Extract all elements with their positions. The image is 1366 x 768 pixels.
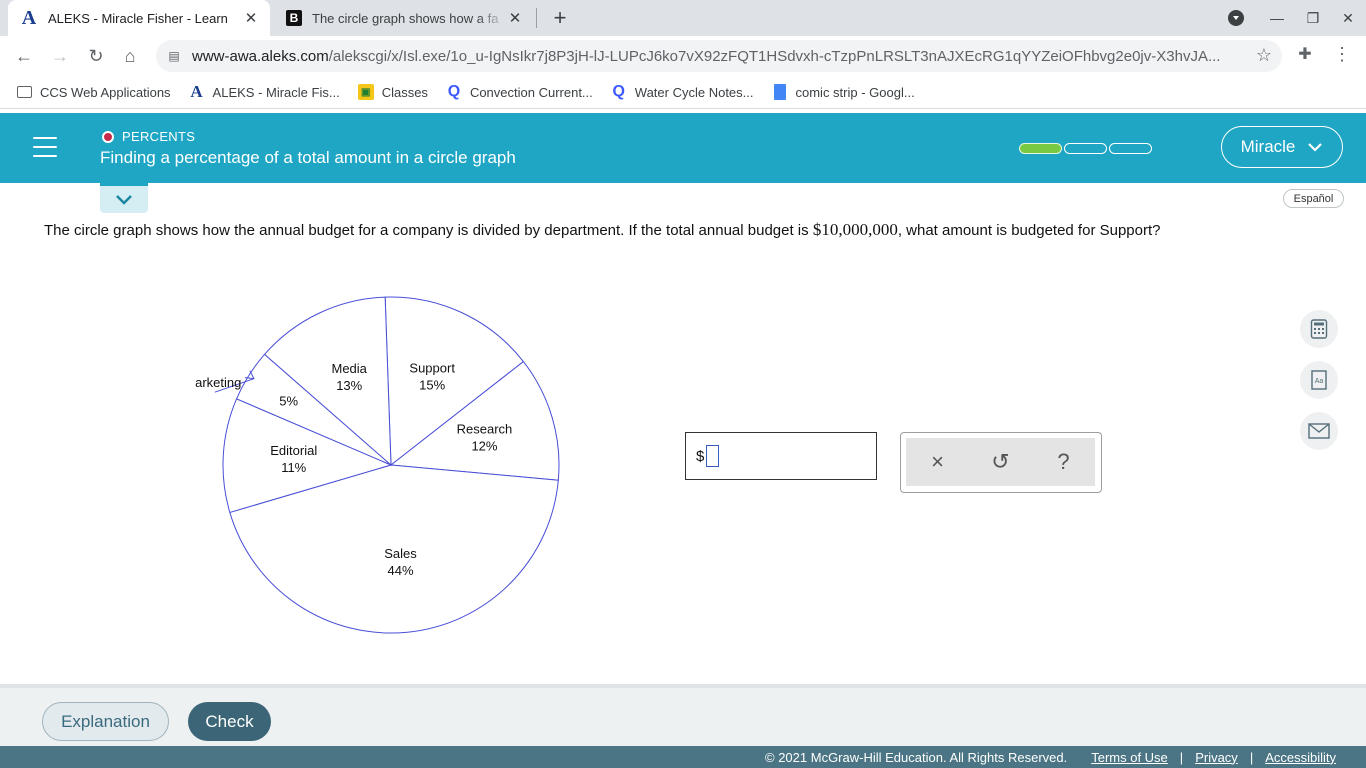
bookmark-aleks[interactable]: A ALEKS - Miracle Fis... xyxy=(189,82,339,101)
pie-percent-label: 44% xyxy=(387,563,413,578)
terms-link[interactable]: Terms of Use xyxy=(1091,750,1168,765)
pie-category-label: Editorial xyxy=(270,443,317,458)
dictionary-icon[interactable]: Aa xyxy=(1300,361,1338,399)
bookmark-convection[interactable]: Q Convection Current... xyxy=(446,83,593,100)
minimize-icon[interactable]: — xyxy=(1265,6,1289,30)
progress-segment xyxy=(1019,143,1062,154)
bookmark-water-cycle[interactable]: Q Water Cycle Notes... xyxy=(611,83,754,100)
new-tab-button[interactable]: + xyxy=(548,5,572,30)
docs-icon xyxy=(772,84,788,100)
close-icon[interactable]: ✕ xyxy=(242,9,260,27)
topic-status-dot xyxy=(102,130,114,143)
pie-percent-label: 12% xyxy=(471,438,497,453)
profile-icon[interactable] xyxy=(1224,6,1248,30)
footer-bar: Explanation Check xyxy=(0,684,1366,746)
answer-field[interactable] xyxy=(706,445,720,467)
tab-separator xyxy=(536,8,537,28)
tab-question[interactable]: B The circle graph shows how a fa ✕ xyxy=(274,0,534,36)
question-text: The circle graph shows how the annual bu… xyxy=(44,220,1161,239)
topic-label: PERCENTS xyxy=(102,129,195,144)
check-button[interactable]: Check xyxy=(188,702,271,741)
footer-separator: | xyxy=(1249,749,1254,765)
pie-category-label: Sales xyxy=(384,546,417,561)
reload-icon[interactable]: ↻ xyxy=(84,44,108,68)
aleks-icon: A xyxy=(21,6,37,29)
user-menu-button[interactable]: Miracle xyxy=(1221,126,1343,168)
forward-icon[interactable]: → xyxy=(48,44,72,68)
chevron-down-icon xyxy=(116,195,132,205)
copyright-bar: © 2021 McGraw-Hill Education. All Rights… xyxy=(0,746,1366,768)
answer-tools: × ↺ ? xyxy=(900,432,1102,493)
tab-title: ALEKS - Miracle Fisher - Learn xyxy=(48,10,228,26)
pie-category-label: Media xyxy=(331,361,367,376)
url-text: www-awa.aleks.com/alekscgi/x/Isl.exe/1o_… xyxy=(192,47,1221,65)
folder-icon xyxy=(16,84,32,100)
address-bar[interactable]: ▤ www-awa.aleks.com/alekscgi/x/Isl.exe/1… xyxy=(156,40,1282,72)
pie-category-label: Marketing xyxy=(195,375,241,390)
classes-icon: ▣ xyxy=(357,84,374,100)
b-icon: B xyxy=(286,10,302,26)
pie-percent-label: 13% xyxy=(336,378,362,393)
pie-percent-label: 5% xyxy=(279,394,298,409)
footer-separator: | xyxy=(1179,749,1184,765)
site-info-icon[interactable]: ▤ xyxy=(166,48,182,64)
aleks-header: PERCENTS Finding a percentage of a total… xyxy=(0,113,1366,183)
explanation-button[interactable]: Explanation xyxy=(42,702,169,741)
chevron-down-icon xyxy=(1307,139,1323,155)
progress-bar xyxy=(1019,143,1154,154)
menu-icon[interactable]: ⋮ xyxy=(1332,44,1352,64)
tab-aleks[interactable]: A ALEKS - Miracle Fisher - Learn ✕ xyxy=(8,0,270,36)
browser-tabstrip: A ALEKS - Miracle Fisher - Learn ✕ B The… xyxy=(0,0,1366,36)
bookmarks-bar: CCS Web Applications A ALEKS - Miracle F… xyxy=(0,76,1366,109)
calculator-icon[interactable] xyxy=(1300,310,1338,348)
copyright-text: © 2021 McGraw-Hill Education. All Rights… xyxy=(765,749,1068,765)
bookmark-classes[interactable]: ▣ Classes xyxy=(357,84,428,100)
progress-segment xyxy=(1064,143,1107,154)
hamburger-menu-icon[interactable] xyxy=(33,137,57,157)
currency-prefix: $ xyxy=(696,447,705,465)
pie-category-label: Support xyxy=(409,361,455,376)
aleks-icon: A xyxy=(190,82,203,101)
answer-input[interactable]: $ xyxy=(685,432,877,480)
mail-icon[interactable] xyxy=(1300,412,1338,450)
extensions-icon[interactable]: ✚ xyxy=(1295,44,1315,64)
pie-category-label: Research xyxy=(457,421,513,436)
tab-title: The circle graph shows how a fa xyxy=(312,10,499,26)
quizlet-icon: Q xyxy=(612,83,625,100)
home-icon[interactable]: ⌂ xyxy=(118,44,142,68)
close-window-icon[interactable]: ✕ xyxy=(1336,6,1360,30)
undo-button[interactable]: ↺ xyxy=(981,449,1021,475)
budget-pie-chart: Support 15% Research 12% Sales 44% Editorial 11… xyxy=(195,296,560,634)
privacy-link[interactable]: Privacy xyxy=(1195,750,1238,765)
browser-toolbar: ← → ↻ ⌂ ▤ www-awa.aleks.com/alekscgi/x/I… xyxy=(0,36,1366,76)
bookmark-comic-strip[interactable]: comic strip - Googl... xyxy=(772,84,915,100)
pie-percent-label: 11% xyxy=(281,460,306,475)
accessibility-link[interactable]: Accessibility xyxy=(1265,750,1336,765)
help-button[interactable]: ? xyxy=(1044,449,1084,475)
svg-text:Aa: Aa xyxy=(1315,378,1324,385)
quizlet-icon: Q xyxy=(447,83,461,100)
pie-percent-label: 15% xyxy=(419,378,445,393)
restore-icon[interactable]: ❐ xyxy=(1301,6,1325,30)
star-icon[interactable]: ☆ xyxy=(1256,45,1272,66)
clear-button[interactable]: × xyxy=(918,449,958,475)
espanol-button[interactable]: Español xyxy=(1283,189,1344,208)
bookmark-ccs[interactable]: CCS Web Applications xyxy=(16,84,171,100)
page-title: Finding a percentage of a total amount i… xyxy=(100,148,516,167)
budget-amount: $10,000,000 xyxy=(812,220,898,239)
close-icon[interactable]: ✕ xyxy=(506,9,524,27)
collapse-header-button[interactable] xyxy=(100,183,148,213)
progress-segment xyxy=(1109,143,1152,154)
back-icon[interactable]: ← xyxy=(12,44,36,68)
